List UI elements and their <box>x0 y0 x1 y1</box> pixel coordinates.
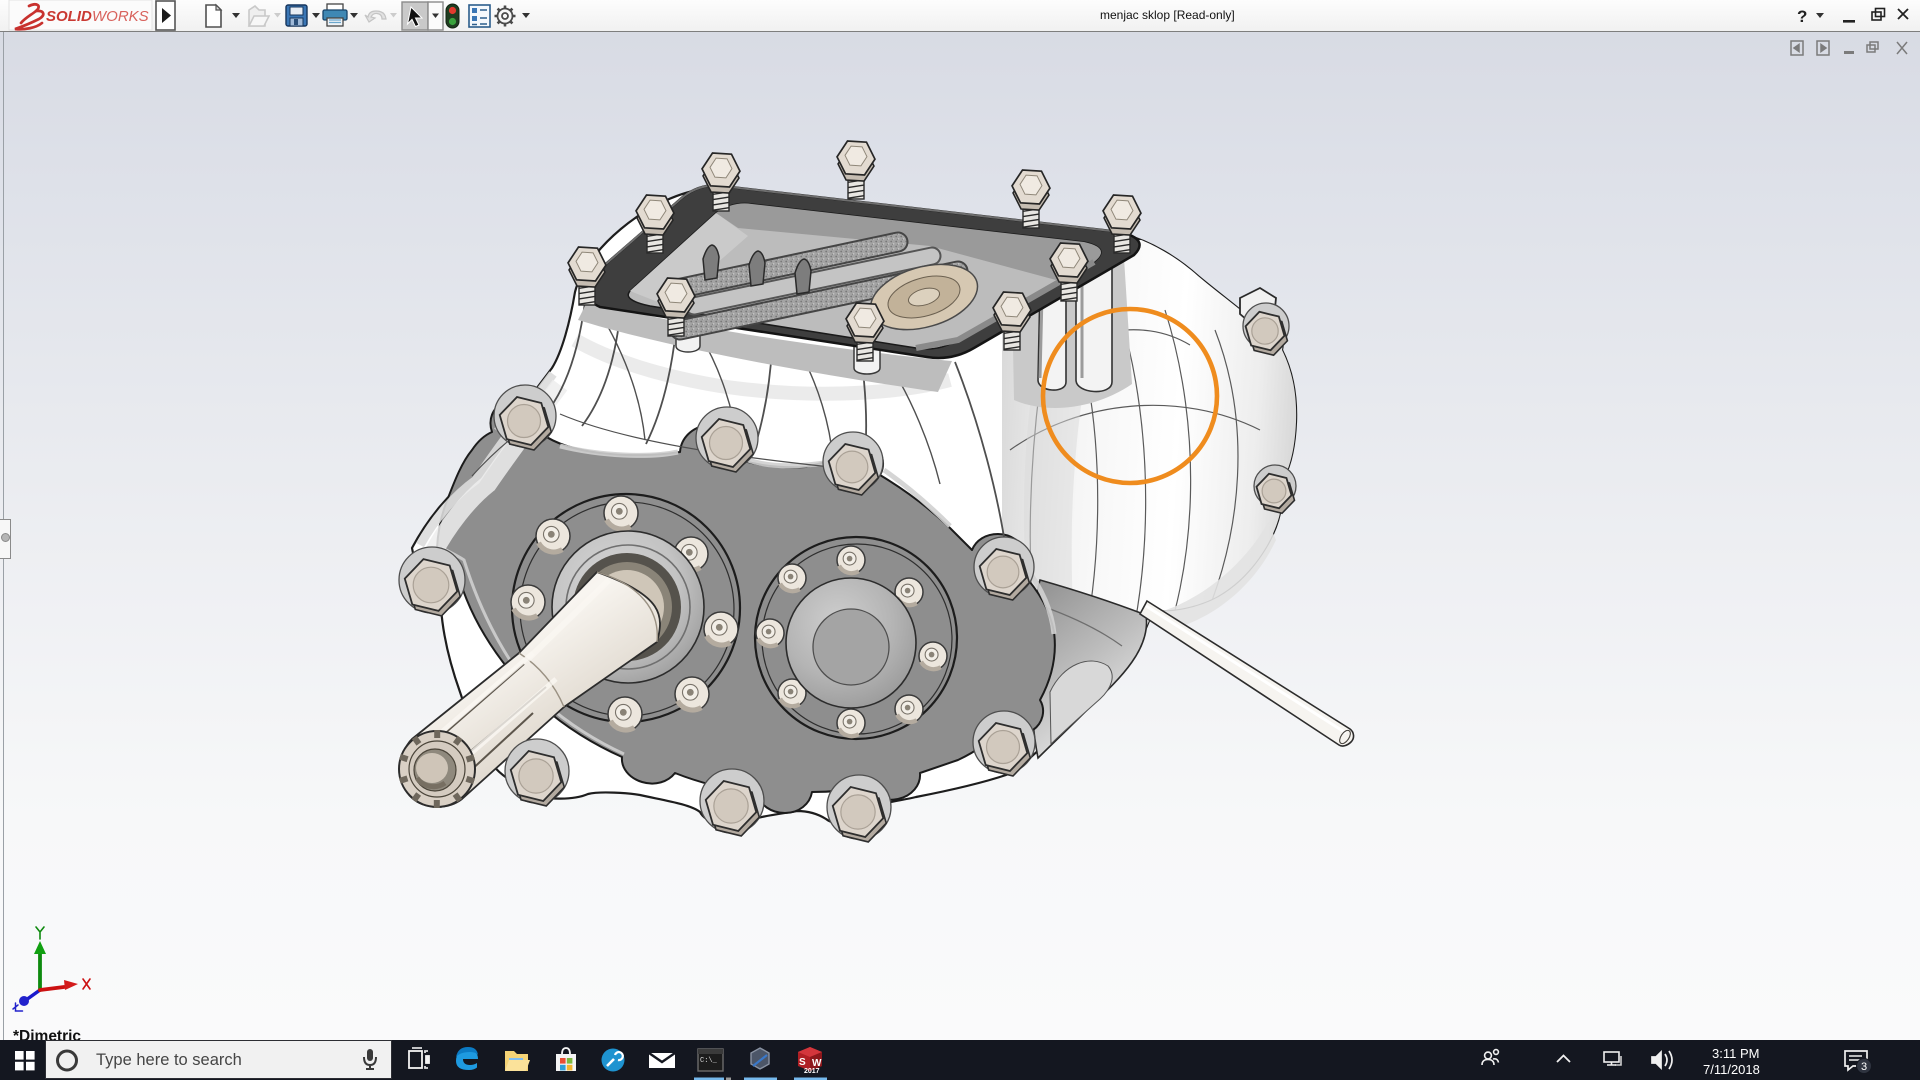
svg-text:SOLID: SOLID <box>46 8 92 25</box>
svg-text:S: S <box>799 1057 806 1068</box>
svg-text:WORKS: WORKS <box>92 8 149 25</box>
svg-text:?: ? <box>1797 7 1807 26</box>
svg-text:*Dimetric: *Dimetric <box>13 1028 81 1040</box>
svg-text:C:\_: C:\_ <box>700 1057 718 1065</box>
svg-text:3: 3 <box>1861 1061 1867 1073</box>
svg-text:3:11 PM: 3:11 PM <box>1712 1046 1759 1061</box>
svg-text:7/11/2018: 7/11/2018 <box>1703 1062 1760 1077</box>
svg-text:2017: 2017 <box>804 1068 820 1075</box>
